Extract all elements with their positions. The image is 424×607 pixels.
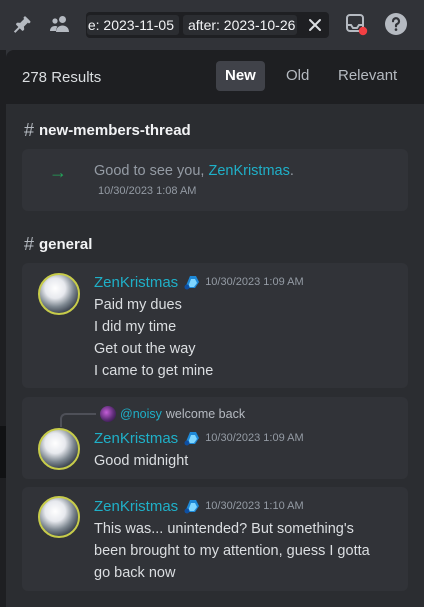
search-input[interactable]: e: 2023-11-05 after: 2023-10-26 xyxy=(86,12,329,38)
role-badge-icon xyxy=(184,276,200,290)
channel-header[interactable]: # new-members-thread xyxy=(24,120,191,141)
hash-icon: # xyxy=(24,120,35,140)
sort-tab-new[interactable]: New xyxy=(216,61,265,91)
message-header: ZenKristmas 10/30/2023 1:09 AM xyxy=(94,429,304,447)
pin-icon[interactable] xyxy=(8,11,34,37)
search-toolbar: e: 2023-11-05 after: 2023-10-26 xyxy=(0,0,424,50)
avatar[interactable] xyxy=(38,428,80,470)
role-badge-icon xyxy=(184,432,200,446)
message-line: go back now xyxy=(94,565,176,581)
author-name[interactable]: ZenKristmas xyxy=(94,430,178,447)
avatar[interactable] xyxy=(38,273,80,315)
author-name[interactable]: ZenKristmas xyxy=(94,498,178,515)
message-timestamp: 10/30/2023 1:09 AM xyxy=(205,276,304,288)
search-result-message[interactable]: ZenKristmas 10/30/2023 1:09 AM Paid my d… xyxy=(22,263,408,388)
result-count: 278 Results xyxy=(22,69,102,86)
system-message-text: Good to see you, ZenKristmas. xyxy=(94,163,294,179)
search-result-message[interactable]: @noisy welcome back ZenKristmas 10/30/20… xyxy=(22,397,408,479)
reply-text: welcome back xyxy=(165,407,246,421)
message-line: Get out the way xyxy=(94,341,196,357)
close-icon[interactable] xyxy=(305,15,325,35)
search-result-message[interactable]: ZenKristmas 10/30/2023 1:10 AM This was.… xyxy=(22,487,408,591)
members-icon[interactable] xyxy=(47,11,73,37)
user-mention[interactable]: ZenKristmas xyxy=(208,163,289,179)
reply-connector xyxy=(60,413,96,427)
channel-name: new-members-thread xyxy=(39,122,191,139)
sort-tab-old[interactable]: Old xyxy=(277,61,318,91)
results-header: 278 Results New Old Relevant xyxy=(6,50,424,104)
search-result-system-message[interactable]: → Good to see you, ZenKristmas. 10/30/20… xyxy=(22,149,408,211)
message-header: ZenKristmas 10/30/2023 1:09 AM xyxy=(94,273,304,291)
message-line: I came to get mine xyxy=(94,363,214,379)
role-badge-icon xyxy=(184,500,200,514)
avatar[interactable] xyxy=(38,496,80,538)
arrow-right-icon: → xyxy=(49,162,67,182)
message-timestamp: 10/30/2023 1:10 AM xyxy=(205,500,304,512)
message-line: been brought to my attention, guess I go… xyxy=(94,543,370,559)
reply-mention[interactable]: @noisy xyxy=(120,407,162,421)
search-results-panel: 278 Results New Old Relevant # new-membe… xyxy=(6,50,424,607)
message-timestamp: 10/30/2023 1:09 AM xyxy=(205,432,304,444)
message-line: Good midnight xyxy=(94,453,189,469)
inbox-icon[interactable] xyxy=(343,11,369,37)
message-timestamp: 10/30/2023 1:08 AM xyxy=(98,185,197,197)
sort-tab-relevant[interactable]: Relevant xyxy=(329,61,406,91)
message-line: Paid my dues xyxy=(94,297,182,313)
message-line: This was... unintended? But something's xyxy=(94,521,354,537)
help-icon[interactable] xyxy=(383,11,409,37)
search-filter-chip-after[interactable]: after: 2023-10-26 xyxy=(183,15,297,35)
channel-name: general xyxy=(39,236,93,253)
message-line: I did my time xyxy=(94,319,177,335)
author-name[interactable]: ZenKristmas xyxy=(94,274,178,291)
channel-header[interactable]: # general xyxy=(24,234,92,255)
message-header: ZenKristmas 10/30/2023 1:10 AM xyxy=(94,497,304,515)
reply-avatar xyxy=(100,406,116,422)
reply-reference[interactable]: @noisy welcome back xyxy=(100,406,245,422)
search-filter-chip-before[interactable]: e: 2023-11-05 xyxy=(87,15,179,35)
hash-icon: # xyxy=(24,234,35,254)
